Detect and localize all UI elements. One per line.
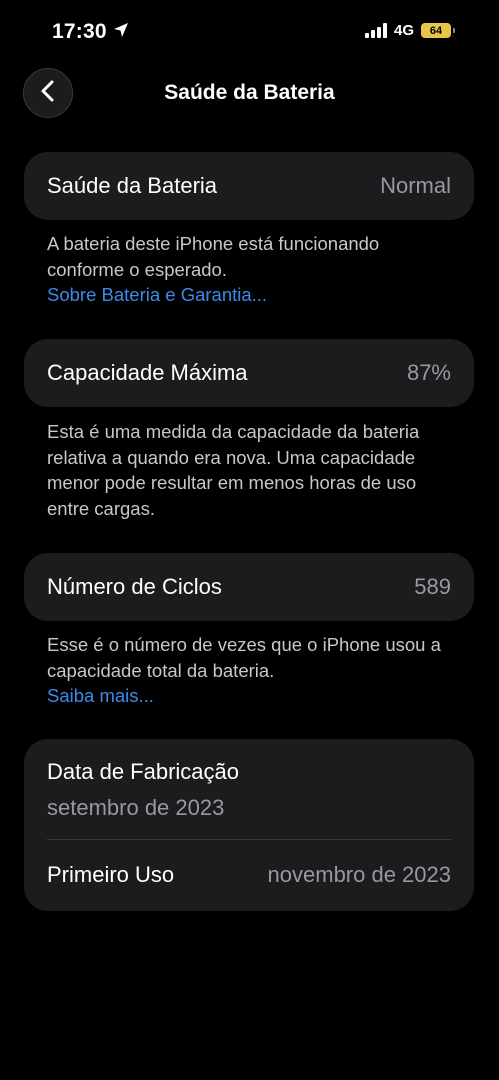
status-bar: 17:30 4G 64 <box>0 0 499 66</box>
first-use-row: Primeiro Uso novembro de 2023 <box>24 840 474 910</box>
cycle-count-label: Número de Ciclos <box>47 574 222 599</box>
max-capacity-value: 87% <box>406 360 451 385</box>
network-type-label: 4G <box>393 22 414 39</box>
status-indicators: 4G 64 <box>364 22 455 39</box>
battery-health-row: Saúde da Bateria Normal <box>24 152 474 220</box>
battery-icon: 64 <box>421 23 451 38</box>
battery-health-value: Normal <box>380 173 451 198</box>
status-time-group: 17:30 <box>52 20 129 44</box>
manufacture-date-value: setembro de 2023 <box>47 795 225 820</box>
cycle-count-row: Número de Ciclos 589 <box>24 553 474 621</box>
location-arrow-icon <box>113 20 129 44</box>
dates-card: Data de Fabricação setembro de 2023 Prim… <box>24 739 474 911</box>
cycle-count-card: Número de Ciclos 589 <box>24 553 474 621</box>
max-capacity-row: Capacidade Máxima 87% <box>24 339 474 407</box>
battery-health-description: A bateria deste iPhone está funcionando … <box>47 233 380 280</box>
max-capacity-card: Capacidade Máxima 87% <box>24 339 474 407</box>
manufacture-date-row: Data de Fabricação setembro de 2023 <box>24 739 474 821</box>
first-use-value: novembro de 2023 <box>267 862 451 887</box>
cellular-signal-icon <box>364 23 387 38</box>
battery-health-card[interactable]: Saúde da Bateria Normal <box>24 152 474 220</box>
battery-warranty-link[interactable]: Sobre Bateria e Garantia... <box>47 282 459 308</box>
learn-more-link[interactable]: Saiba mais... <box>47 683 459 709</box>
max-capacity-label: Capacidade Máxima <box>47 360 248 385</box>
page-title: Saúde da Bateria <box>164 81 335 104</box>
manufacture-date-label: Data de Fabricação <box>47 759 239 784</box>
first-use-label: Primeiro Uso <box>47 862 175 887</box>
battery-health-description-block: A bateria deste iPhone está funcionando … <box>47 231 459 308</box>
navigation-bar: Saúde da Bateria <box>0 68 499 120</box>
max-capacity-description: Esta é uma medida da capacidade da bater… <box>47 421 420 519</box>
cycle-count-description: Esse é o número de vezes que o iPhone us… <box>47 634 441 681</box>
cycle-count-description-block: Esse é o número de vezes que o iPhone us… <box>47 632 459 709</box>
battery-health-label: Saúde da Bateria <box>47 173 218 198</box>
battery-tip <box>453 28 455 33</box>
battery-level-label: 64 <box>429 24 443 37</box>
cycle-count-value: 589 <box>414 574 451 599</box>
status-time: 17:30 <box>52 20 107 43</box>
